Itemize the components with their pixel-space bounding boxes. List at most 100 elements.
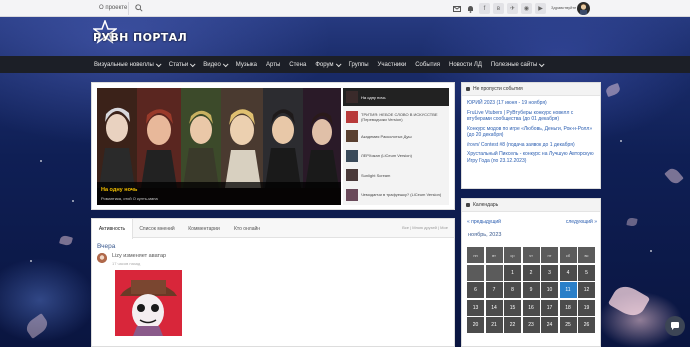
event-link[interactable]: FruLive Vtubers | РуВтуберы конкурс нове… [467, 110, 595, 123]
slide-list-item-label: Академия Расколотых Душ [361, 133, 412, 139]
slide-list-item-label: Чемоданчи в трафуешку? (LiCeum Version) [361, 192, 442, 197]
activity-image[interactable] [115, 270, 182, 336]
calendar-day[interactable]: 16 [522, 299, 540, 316]
calendar-day[interactable]: 18 [559, 299, 577, 316]
calendar-day[interactable]: 10 [541, 282, 558, 298]
slide-caption-subtitle: Романтика, отой О култь-мана [101, 196, 158, 201]
nav-item-3[interactable]: Музыка [236, 62, 257, 68]
calendar-day[interactable]: 7 [485, 282, 503, 298]
calendar-day[interactable]: 8 [504, 282, 521, 298]
activity-avatar[interactable] [97, 253, 107, 263]
slide-list-item[interactable]: На одну ночь [343, 88, 449, 106]
chevron-down-icon [190, 60, 196, 67]
activity-tabs: Активность Список мнений Комментарии Кто… [92, 219, 454, 239]
slide-thumbnail [346, 130, 358, 142]
calendar-day[interactable]: 20 [467, 317, 484, 333]
bell-icon[interactable] [465, 3, 476, 14]
nav-item-2[interactable]: Видео [203, 60, 229, 68]
nav-item-5[interactable]: Стена [289, 62, 306, 68]
calendar-day[interactable]: 9 [522, 282, 540, 298]
calendar-day[interactable]: 26 [578, 317, 595, 333]
event-link[interactable]: ЮРИЙ 2023 (17 июня - 19 ноября) [467, 100, 595, 107]
event-link[interactable]: Хрустальный Пиксель - конкурс на Лучшую … [467, 151, 595, 164]
chevron-down-icon [155, 60, 162, 67]
nav-item-label: Полезные сайты [490, 61, 538, 68]
site-logo[interactable]: РУВН ПОРТАЛ [93, 31, 187, 44]
chat-button[interactable] [665, 316, 685, 336]
calendar-day[interactable]: 2 [522, 264, 540, 281]
events-title: Не пропусти события [473, 86, 523, 92]
nav-item-6[interactable]: Форум [315, 60, 342, 68]
calendar-day[interactable]: 23 [522, 317, 540, 333]
calendar-day[interactable]: 3 [541, 264, 558, 281]
nav-item-11[interactable]: Полезные сайты [490, 60, 545, 68]
slide-list-item[interactable]: Академия Расколотых Душ [343, 127, 449, 145]
nav-item-label: Новости ЛД [449, 61, 482, 68]
calendar-day[interactable]: 19 [578, 299, 595, 316]
slide-list: На одну ночь ТРИТИЯ: НЕБОЕ СЛОВО В ИСКУСС… [343, 88, 449, 205]
slide-thumbnail [346, 110, 358, 123]
facebook-icon[interactable]: f [479, 3, 490, 14]
activity-filters[interactable]: Все | Мною друзей | Мое [402, 225, 448, 230]
calendar-day[interactable]: 15 [504, 299, 521, 316]
nav-item-4[interactable]: Арты [266, 62, 280, 68]
nav-item-10[interactable]: Новости ЛД [449, 62, 482, 68]
about-link[interactable]: О проекте [99, 5, 127, 11]
calendar-weekday: сб [559, 247, 577, 263]
nav-item-7[interactable]: Группы [349, 62, 369, 68]
nav-item-label: Форум [315, 61, 334, 68]
calendar-day[interactable]: 22 [504, 317, 521, 333]
calendar-day[interactable]: 14 [485, 299, 503, 316]
calendar-day[interactable]: 1 [504, 264, 521, 281]
calendar-day[interactable]: 4 [559, 264, 577, 281]
nav-item-label: Стена [289, 61, 307, 68]
calendar-day[interactable]: 24 [541, 317, 558, 333]
tab-activity[interactable]: Активность [92, 219, 133, 239]
mail-icon[interactable] [451, 3, 462, 14]
search-input[interactable] [146, 3, 436, 14]
calendar-today[interactable]: 11 [559, 282, 577, 298]
calendar-day[interactable]: 6 [467, 282, 484, 298]
slide-list-item[interactable]: ТРИТИЯ: НЕБОЕ СЛОВО В ИСКУССТВЕ (Перевод… [343, 108, 449, 126]
search-icon[interactable] [135, 4, 143, 12]
nav-item-label: Группы [348, 61, 369, 68]
tab-who-online[interactable]: Кто онлайн [227, 219, 267, 238]
nav-item-0[interactable]: Визуальные новеллы [94, 60, 162, 68]
nav-item-8[interactable]: Участники [378, 62, 407, 68]
calendar-day[interactable]: 25 [559, 317, 577, 333]
telegram-icon[interactable]: ✈ [507, 3, 518, 14]
slide-list-item[interactable]: Sunlight Scream [343, 166, 449, 184]
tab-comments[interactable]: Комментарии [181, 219, 227, 238]
divider [128, 2, 129, 15]
chevron-down-icon [335, 60, 342, 67]
slide-list-item[interactable]: ЛЕРХикан (LiCeum Version) [343, 147, 449, 165]
calendar-day[interactable]: 13 [467, 299, 484, 316]
calendar-prev-link[interactable]: « предыдущий [467, 219, 501, 225]
youtube-icon[interactable]: ▶ [535, 3, 546, 14]
calendar-day[interactable]: 5 [578, 264, 595, 281]
calendar-day[interactable]: 21 [485, 317, 503, 333]
tab-opinions[interactable]: Список мнений [133, 219, 181, 238]
event-link[interactable]: Конкурс модов по игре «Любовь, Деньги, Р… [467, 126, 595, 139]
activity-entry-text[interactable]: Lizy изменяет аватар [112, 253, 166, 259]
calendar-day[interactable]: 17 [541, 299, 558, 316]
discord-icon[interactable]: ◉ [521, 3, 532, 14]
nav-item-1[interactable]: Статьи [169, 60, 196, 68]
calendar-weekday: чт [522, 247, 540, 263]
featured-slide[interactable]: На одну ночь Романтика, отой О култь-ман… [97, 88, 341, 205]
slide-caption-title[interactable]: На одну ночь [101, 187, 137, 193]
event-link[interactable]: /rovn/ Contest #8 (подача заявок до 1 де… [467, 142, 595, 149]
hello-text: Здравствуйте [551, 5, 577, 10]
user-avatar[interactable] [577, 2, 590, 15]
calendar-grid: пн вт ср чт пт сб вс 1 2 3 4 5 6 7 8 9 10 11 12 13 14 15 16 17 1… [467, 247, 597, 347]
slide-list-item[interactable]: Чемоданчи в трафуешку? (LiCeum Version) [343, 186, 449, 204]
calendar-next-link[interactable]: следующий » [566, 219, 597, 225]
events-widget: Не пропусти события ЮРИЙ 2023 (17 июня -… [461, 82, 601, 189]
vk-icon[interactable]: в [493, 3, 504, 14]
calendar-day[interactable]: 12 [578, 282, 595, 298]
widget-icon [466, 87, 470, 91]
chat-icon [671, 322, 679, 330]
nav-item-9[interactable]: События [415, 62, 440, 68]
day-label: Вчера [97, 243, 116, 250]
calendar-title: Календарь [473, 202, 499, 208]
